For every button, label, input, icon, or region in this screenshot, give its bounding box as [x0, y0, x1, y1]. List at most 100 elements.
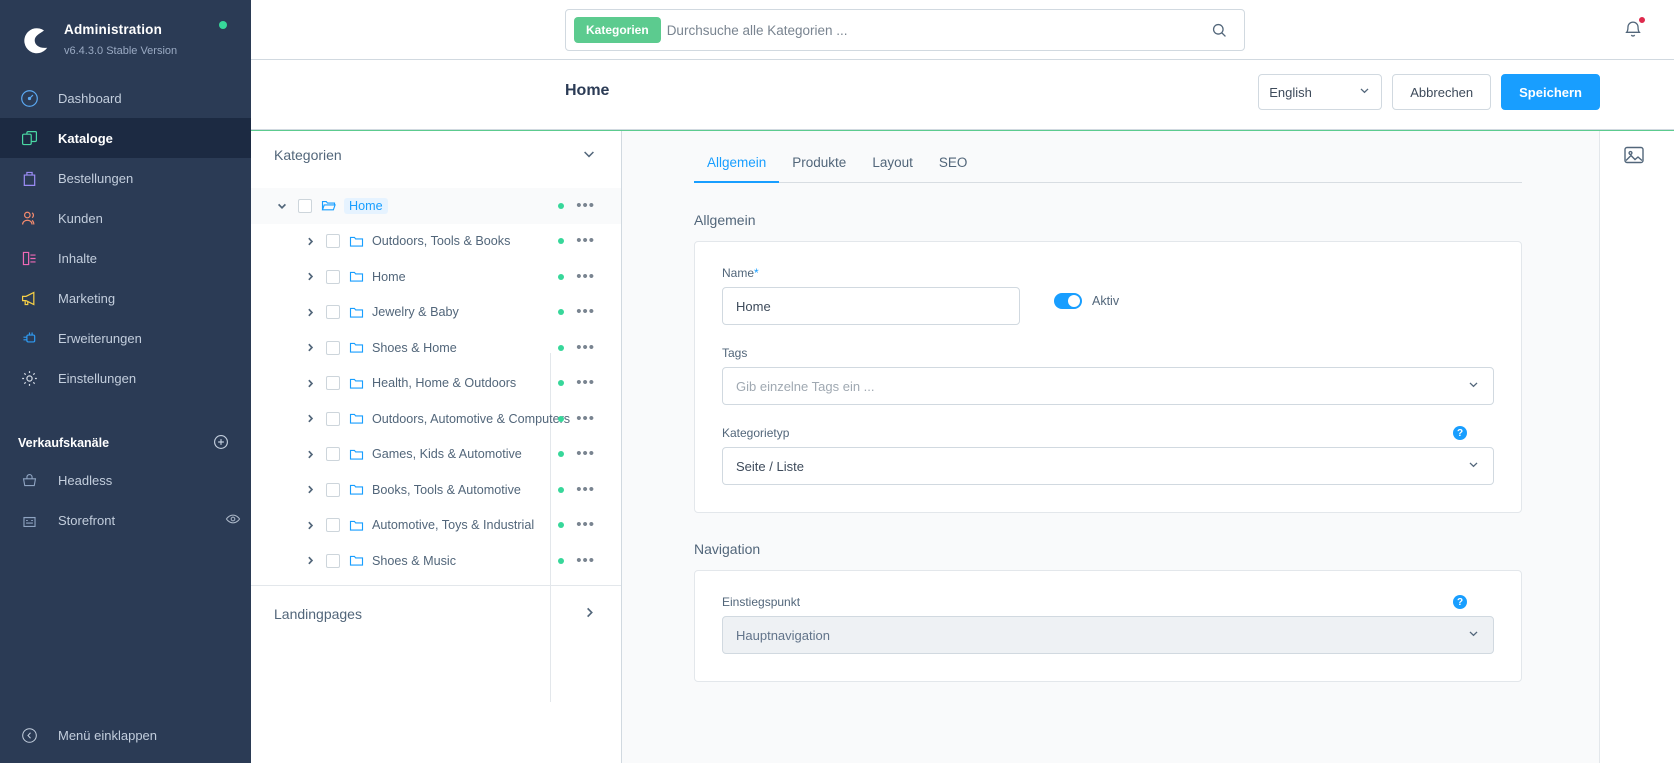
- context-menu-icon[interactable]: •••: [576, 411, 595, 426]
- context-menu-icon[interactable]: •••: [576, 553, 595, 568]
- brand-block[interactable]: Administration v6.4.3.0 Stable Version: [0, 0, 251, 64]
- tree-row[interactable]: Home •••: [251, 259, 621, 295]
- tree-row[interactable]: Home •••: [251, 188, 621, 224]
- global-search[interactable]: Kategorien: [565, 9, 1245, 51]
- context-menu-icon[interactable]: •••: [576, 233, 595, 248]
- tree-row-checkbox[interactable]: [326, 518, 340, 533]
- cancel-button[interactable]: Abbrechen: [1392, 74, 1492, 110]
- tree-row-checkbox[interactable]: [326, 447, 340, 462]
- tree-row-checkbox[interactable]: [326, 234, 340, 249]
- collapse-menu-button[interactable]: Menü einklappen: [0, 707, 251, 763]
- chevron-down-icon[interactable]: [581, 146, 597, 165]
- chevron-right-icon[interactable]: [302, 555, 318, 566]
- context-menu-icon[interactable]: •••: [576, 375, 595, 390]
- chevron-right-icon[interactable]: [302, 520, 318, 531]
- tree-row-checkbox[interactable]: [326, 376, 340, 391]
- tree-row[interactable]: Books, Tools & Automotive •••: [251, 472, 621, 508]
- category-type-select[interactable]: Seite / Liste: [722, 447, 1494, 485]
- search-scope-badge[interactable]: Kategorien: [574, 17, 661, 43]
- tree-row-checkbox[interactable]: [326, 340, 340, 355]
- tab-seo[interactable]: SEO: [926, 155, 981, 182]
- tree-row-checkbox[interactable]: [326, 269, 340, 284]
- sidebar-item-dashboard[interactable]: Dashboard: [0, 78, 251, 118]
- chevron-right-icon[interactable]: [302, 378, 318, 389]
- tree-row[interactable]: Shoes & Music •••: [251, 543, 621, 579]
- entry-point-select[interactable]: Hauptnavigation: [722, 616, 1494, 654]
- chevron-right-icon[interactable]: [302, 484, 318, 495]
- category-tree-header[interactable]: Kategorien: [251, 130, 621, 180]
- tree-row[interactable]: Health, Home & Outdoors •••: [251, 366, 621, 402]
- tree-row-label: Outdoors, Tools & Books: [372, 234, 511, 249]
- chevron-down-icon[interactable]: [274, 200, 290, 212]
- folder-icon: [349, 518, 364, 533]
- sidebar-item-headless[interactable]: Headless: [0, 460, 251, 500]
- chevron-down-icon[interactable]: [1467, 378, 1480, 394]
- sidebar-item-kunden[interactable]: Kunden: [0, 198, 251, 238]
- tree-row[interactable]: Outdoors, Tools & Books •••: [251, 224, 621, 260]
- chevron-right-icon[interactable]: [302, 449, 318, 460]
- top-bar: Kategorien: [251, 0, 1674, 60]
- context-menu-icon[interactable]: •••: [576, 269, 595, 284]
- tags-input[interactable]: Gib einzelne Tags ein ...: [722, 367, 1494, 405]
- language-select[interactable]: English: [1258, 74, 1383, 110]
- name-input[interactable]: Home: [722, 287, 1020, 325]
- search-icon[interactable]: [1202, 22, 1236, 39]
- storefront-preview-eye-icon[interactable]: [225, 511, 241, 530]
- sidebar-item-storefront[interactable]: Storefront: [0, 500, 251, 540]
- tree-row-checkbox[interactable]: [326, 305, 340, 320]
- tree-row-checkbox[interactable]: [326, 411, 340, 426]
- context-menu-icon[interactable]: •••: [576, 517, 595, 532]
- sidebar-item-label: Headless: [58, 472, 113, 488]
- name-label-text: Name: [722, 266, 755, 280]
- sidebar-item-marketing[interactable]: Marketing: [0, 278, 251, 318]
- name-field: Name* Home: [722, 266, 1020, 325]
- sidebar-item-bestellungen[interactable]: Bestellungen: [0, 158, 251, 198]
- help-icon[interactable]: ?: [1453, 595, 1467, 609]
- context-menu-icon[interactable]: •••: [576, 304, 595, 319]
- folder-icon: [349, 447, 364, 462]
- chevron-right-icon[interactable]: [302, 342, 318, 353]
- tree-row-checkbox[interactable]: [298, 198, 312, 213]
- sidebar-item-einstellungen[interactable]: Einstellungen: [0, 358, 251, 398]
- context-menu-icon[interactable]: •••: [576, 198, 595, 213]
- sidebar-item-kataloge[interactable]: Kataloge: [0, 118, 251, 158]
- sidebar-item-erweiterungen[interactable]: Erweiterungen: [0, 318, 251, 358]
- sidebar-item-label: Marketing: [58, 290, 116, 306]
- tree-row[interactable]: Shoes & Home •••: [251, 330, 621, 366]
- context-menu-icon[interactable]: •••: [576, 446, 595, 461]
- connection-status-dot: [219, 21, 227, 29]
- chevron-right-icon[interactable]: [302, 413, 318, 424]
- tab-layout[interactable]: Layout: [859, 155, 926, 182]
- chevron-right-icon[interactable]: [302, 271, 318, 282]
- sidebar-item-label: Dashboard: [58, 90, 122, 106]
- chevron-right-icon[interactable]: [302, 307, 318, 318]
- tree-row-checkbox[interactable]: [326, 553, 340, 568]
- active-toggle-group[interactable]: Aktiv: [1054, 293, 1119, 309]
- name-label: Name*: [722, 266, 1020, 280]
- tree-row[interactable]: Jewelry & Baby •••: [251, 295, 621, 331]
- content-area: Kategorien Home ••• Outdoors, Tools & Bo…: [251, 130, 1674, 763]
- active-toggle[interactable]: [1054, 293, 1082, 309]
- tab-produkte[interactable]: Produkte: [779, 155, 859, 182]
- help-icon[interactable]: ?: [1453, 426, 1467, 440]
- tree-row[interactable]: Automotive, Toys & Industrial •••: [251, 508, 621, 544]
- tab-allgemein[interactable]: Allgemein: [694, 155, 780, 183]
- notifications-bell-icon[interactable]: [1622, 16, 1646, 45]
- tree-row-label: Jewelry & Baby: [372, 305, 459, 320]
- search-input[interactable]: [666, 22, 1202, 38]
- landingpages-section[interactable]: Landingpages: [251, 585, 621, 641]
- chevron-down-icon[interactable]: [1467, 627, 1480, 643]
- media-image-icon[interactable]: [1622, 143, 1646, 172]
- context-menu-icon[interactable]: •••: [576, 482, 595, 497]
- category-tree-list: Home ••• Outdoors, Tools & Books ••• Hom…: [251, 180, 621, 579]
- chevron-right-icon[interactable]: [582, 605, 597, 623]
- save-button[interactable]: Speichern: [1501, 74, 1600, 110]
- chevron-down-icon[interactable]: [1467, 458, 1480, 474]
- context-menu-icon[interactable]: •••: [576, 340, 595, 355]
- sidebar-item-inhalte[interactable]: Inhalte: [0, 238, 251, 278]
- tree-row[interactable]: Outdoors, Automotive & Computers •••: [251, 401, 621, 437]
- chevron-right-icon[interactable]: [302, 236, 318, 247]
- tree-row-checkbox[interactable]: [326, 482, 340, 497]
- add-sales-channel-icon[interactable]: [213, 434, 229, 453]
- tree-row[interactable]: Games, Kids & Automotive •••: [251, 437, 621, 473]
